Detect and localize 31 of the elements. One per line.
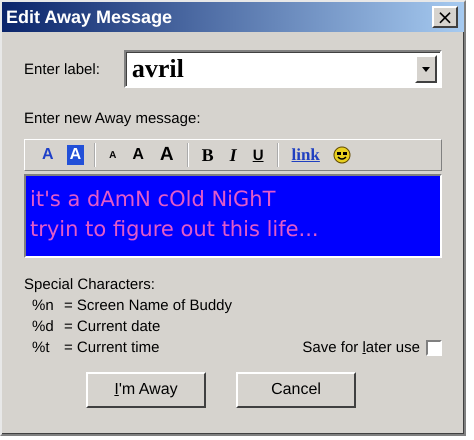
code-meaning: = Current date (64, 318, 160, 335)
background-color-button[interactable]: A (66, 145, 84, 165)
message-caption: Enter new Away message: (24, 110, 202, 127)
label-input[interactable]: avril (132, 54, 415, 84)
code-text: %n (32, 297, 55, 314)
message-line: it's a dAmN cOld NiGhT (30, 186, 276, 213)
save-label: Save for later use (302, 339, 420, 356)
text-color-button[interactable]: A (39, 145, 57, 165)
smiley-icon[interactable] (332, 146, 351, 164)
message-line: tryin to figure out this life... (30, 216, 320, 243)
caret-icon (422, 66, 430, 72)
dropdown-button[interactable] (415, 55, 437, 83)
code-meaning: = Screen Name of Buddy (64, 297, 232, 314)
normal-text-button[interactable]: A (129, 145, 147, 165)
label-combo-box[interactable]: avril (124, 50, 442, 88)
label-caption: Enter label: (24, 60, 100, 78)
larger-text-button[interactable]: A (156, 145, 177, 165)
special-characters-heading: Special Characters: (24, 276, 156, 293)
link-button[interactable]: link (288, 145, 323, 165)
code-meaning: = Current time (64, 339, 160, 356)
away-button[interactable]: I'm Away (86, 372, 206, 408)
close-button[interactable]: × (432, 6, 458, 28)
window-title: Edit Away Message (6, 6, 172, 28)
smaller-text-button[interactable]: A (106, 145, 120, 165)
bold-button[interactable]: B (198, 145, 217, 165)
underline-button[interactable]: U (250, 145, 267, 165)
italic-button[interactable]: I (226, 145, 240, 165)
save-checkbox[interactable] (426, 340, 442, 356)
cancel-button[interactable]: Cancel (236, 372, 356, 408)
code-text: %d (32, 318, 55, 335)
code-text: %t (32, 339, 51, 356)
